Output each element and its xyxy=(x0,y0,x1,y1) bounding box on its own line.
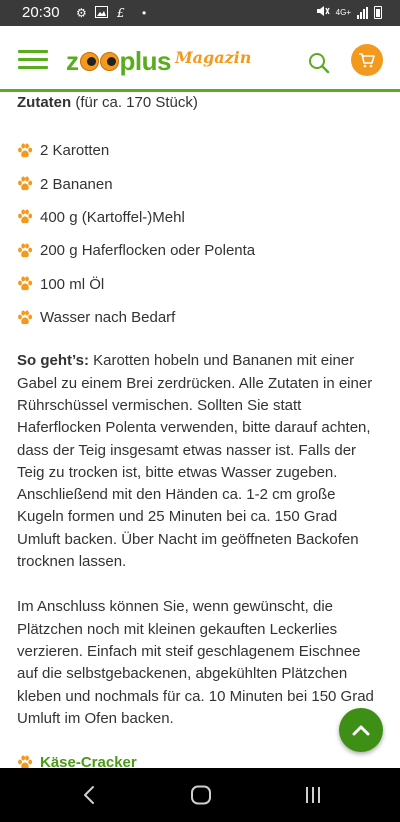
mute-icon xyxy=(316,5,330,20)
status-bar: 20:30 ⚙ £ • 4G+ xyxy=(0,0,400,26)
signal-4g-icon: 4G+ xyxy=(335,8,351,17)
article-content: Zutaten (für ca. 170 Stück) 2 Karotten 2… xyxy=(17,92,383,771)
system-nav-bar xyxy=(0,768,400,822)
paw-icon xyxy=(18,243,33,258)
list-item: 200 g Haferflocken oder Polenta xyxy=(17,234,383,267)
paw-icon xyxy=(18,143,33,157)
list-item: 400 g (Kartoffel-)Mehl xyxy=(17,201,383,234)
back-icon xyxy=(84,786,94,804)
back-button[interactable] xyxy=(76,783,102,807)
home-icon xyxy=(191,785,211,805)
settings-gear-icon: ⚙ xyxy=(76,6,87,20)
ingredients-heading: Zutaten (für ca. 170 Stück) xyxy=(17,94,198,111)
list-item: 2 Bananen xyxy=(17,167,383,200)
instructions-paragraph: So geht’s: Karotten hobeln und Bananen m… xyxy=(17,352,373,571)
paw-icon xyxy=(18,209,33,224)
scroll-to-top-button[interactable] xyxy=(339,708,383,752)
logo-wordmark: z plus xyxy=(66,45,171,76)
paw-icon xyxy=(18,176,33,191)
logo-eyes-icon xyxy=(79,51,119,71)
chevron-up-icon xyxy=(352,725,370,736)
cart-button[interactable] xyxy=(351,44,383,76)
list-item: 2 Karotten xyxy=(17,134,383,167)
search-icon[interactable] xyxy=(306,50,332,76)
recents-button[interactable] xyxy=(300,783,326,807)
notification-dot-icon: • xyxy=(142,6,147,20)
menu-button[interactable] xyxy=(18,50,48,70)
logo-subtitle: Magazin xyxy=(174,47,252,67)
paw-icon xyxy=(18,310,33,324)
cart-icon xyxy=(359,53,375,68)
battery-icon xyxy=(374,6,382,19)
app-header: z plus Magazin xyxy=(0,26,400,92)
decoration-paragraph: Im Anschluss können Sie, wenn gewünscht,… xyxy=(17,598,374,727)
paw-icon xyxy=(18,276,33,291)
recents-icon xyxy=(306,787,320,803)
app-icon: £ xyxy=(117,6,125,20)
ingredients-list: 2 Karotten 2 Bananen 400 g (Kartoffel-)M… xyxy=(17,134,383,334)
status-time: 20:30 xyxy=(22,4,60,21)
list-item: Wasser nach Bedarf xyxy=(17,301,383,334)
list-item: 100 ml Öl xyxy=(17,268,383,301)
home-button[interactable] xyxy=(188,783,214,807)
instructions-label: So geht’s: xyxy=(17,352,89,370)
signal-bars-icon xyxy=(357,6,368,19)
zooplus-magazin-logo[interactable]: z plus Magazin xyxy=(66,41,251,81)
image-icon xyxy=(95,6,108,21)
